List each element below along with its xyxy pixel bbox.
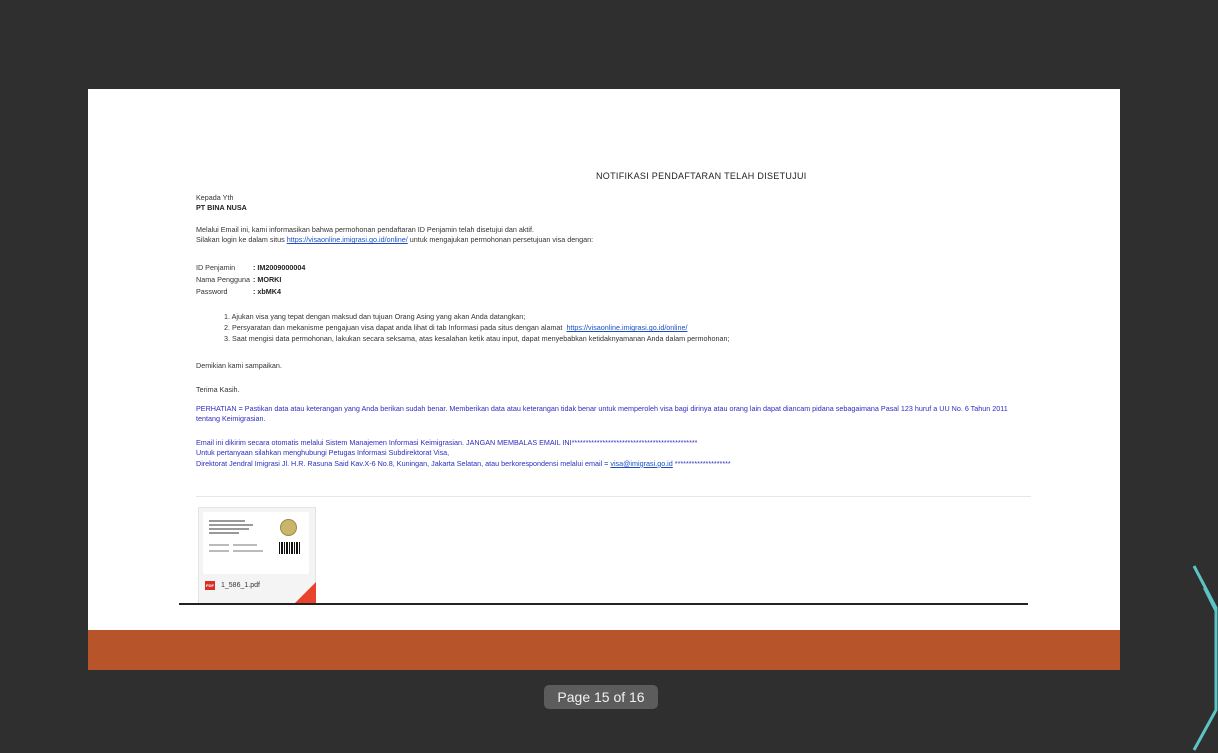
email-link[interactable]: visa@imigrasi.go.id xyxy=(610,459,672,468)
list-item: 3. Saat mengisi data permohonan, lakukan… xyxy=(224,334,730,343)
closing: Demikian kami sampaikan. xyxy=(196,361,282,370)
warning-notice: PERHATIAN = Pastikan data atau keteranga… xyxy=(196,404,1008,424)
footer-band xyxy=(88,630,1120,670)
credential-username: Nama Pengguna: MORKI xyxy=(196,275,282,284)
intro-line-1: Melalui Email ini, kami informasikan bah… xyxy=(196,225,534,234)
barcode-icon xyxy=(279,542,301,554)
page-indicator: Page 15 of 16 xyxy=(544,685,658,709)
credential-password: Password: xbMK4 xyxy=(196,287,281,296)
credential-id: ID Penjamin: IM2009000004 xyxy=(196,263,306,272)
visaonline-link[interactable]: https://visaonline.imigrasi.go.id/online… xyxy=(287,235,408,244)
divider xyxy=(196,496,1031,497)
document-page: NOTIFIKASI PENDAFTARAN TELAH DISETUJUI K… xyxy=(88,89,1120,670)
instruction-list: 1. Ajukan visa yang tepat dengan maksud … xyxy=(196,312,729,345)
info-link[interactable]: https://visaonline.imigrasi.go.id/online… xyxy=(566,323,687,332)
email-title: NOTIFIKASI PENDAFTARAN TELAH DISETUJUI xyxy=(596,171,807,181)
decorative-chevron-icon xyxy=(1192,565,1218,751)
thanks: Terima Kasih. xyxy=(196,385,240,394)
horizontal-rule xyxy=(179,603,1028,605)
pdf-icon: PDF xyxy=(205,581,215,590)
credentials: ID Penjamin: IM2009000004 Nama Pengguna:… xyxy=(196,263,305,299)
email-notification: NOTIFIKASI PENDAFTARAN TELAH DISETUJUI K… xyxy=(196,89,1120,604)
attachment-filename: 1_586_1.pdf xyxy=(221,582,260,589)
salutation: Kepada Yth xyxy=(196,193,234,202)
attachment-thumbnail[interactable]: PDF 1_586_1.pdf xyxy=(198,507,316,604)
intro-line-2: Silakan login ke dalam situs https://vis… xyxy=(196,235,594,245)
footer-notice: Email ini dikirim secara otomatis melalu… xyxy=(196,438,1031,469)
list-item: 1. Ajukan visa yang tepat dengan maksud … xyxy=(224,312,526,321)
address-line: Direktorat Jendral Imigrasi Jl. H.R. Ras… xyxy=(196,458,731,468)
list-item: 2. Persyaratan dan mekanisme pengajuan v… xyxy=(224,323,688,332)
corner-fold-icon xyxy=(294,582,316,604)
seal-icon xyxy=(280,519,297,536)
recipient: PT BINA NUSA xyxy=(196,203,247,213)
attachment-preview xyxy=(203,512,309,574)
contact-line: Untuk pertanyaan silahkan menghubungi Pe… xyxy=(196,448,450,458)
auto-email-line: Email ini dikirim secara otomatis melalu… xyxy=(196,438,698,447)
